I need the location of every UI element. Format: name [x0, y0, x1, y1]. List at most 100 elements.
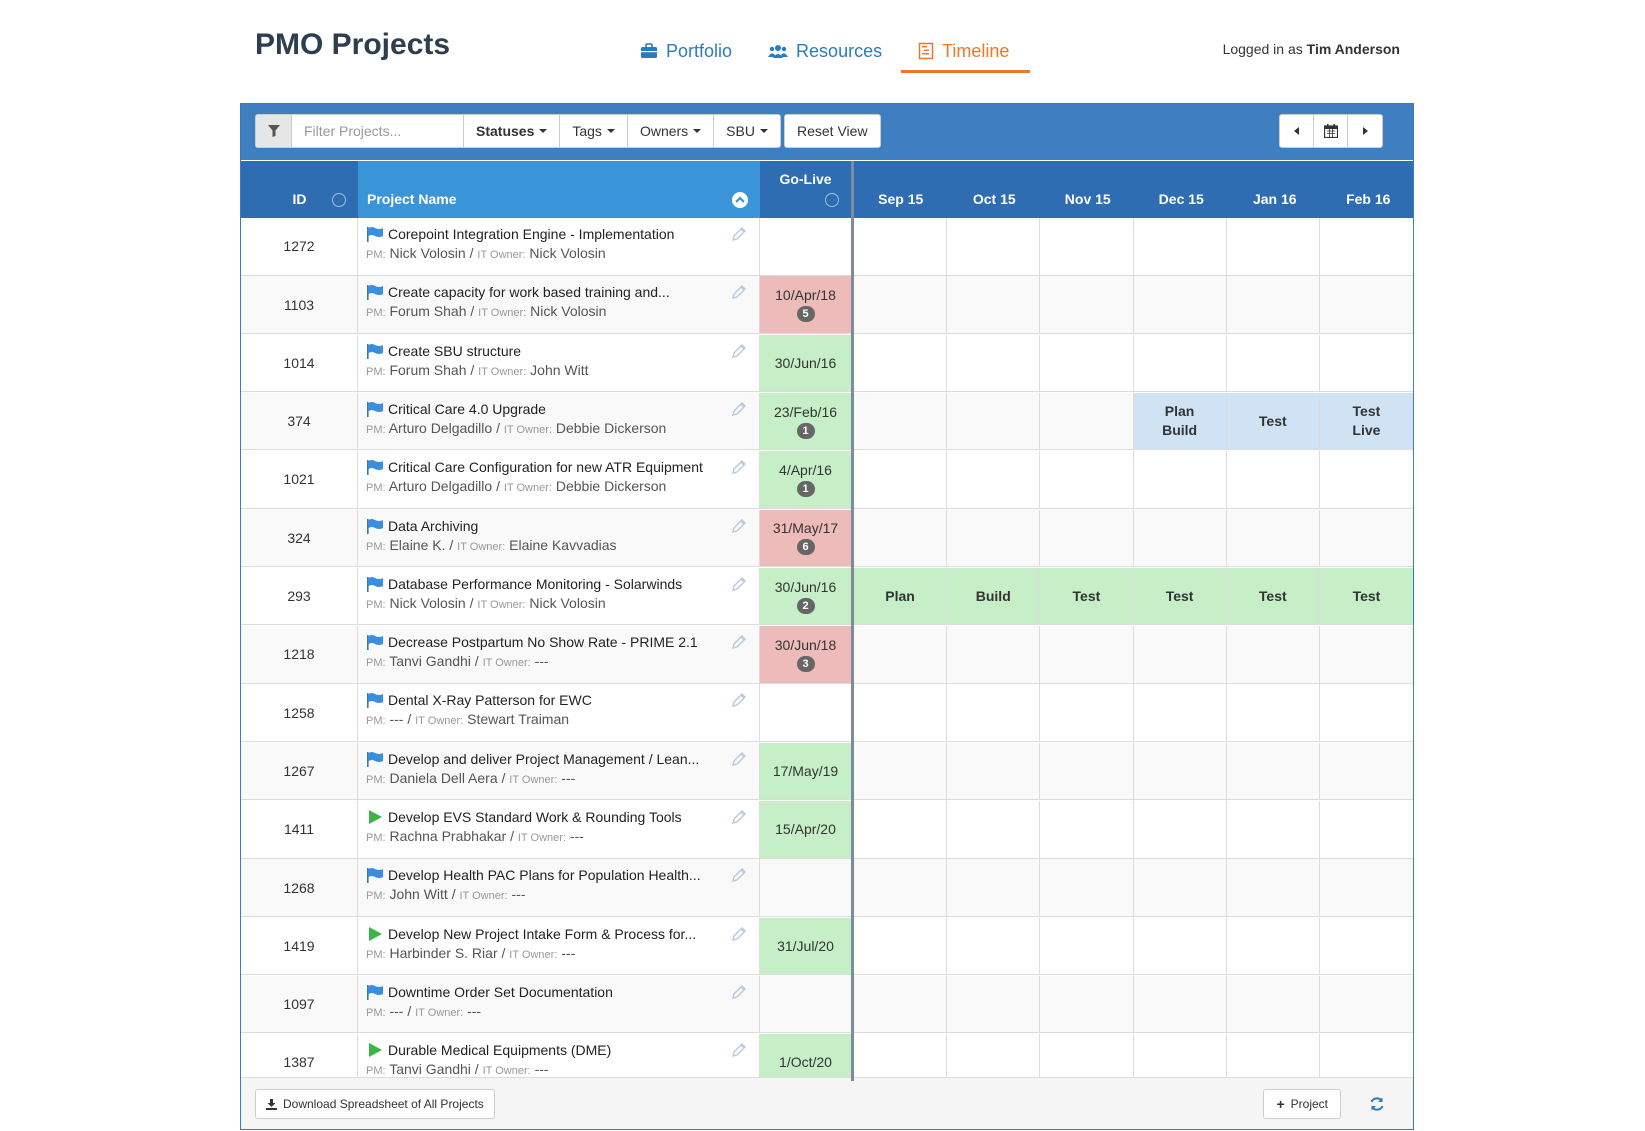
golive-cell[interactable]: 23/Feb/16 1 — [760, 392, 851, 450]
timeline-cell[interactable] — [1134, 975, 1227, 1033]
project-name-link[interactable]: Critical Care Configuration for new ATR … — [388, 459, 703, 475]
timeline-cell[interactable] — [854, 218, 948, 275]
edit-pencil-icon[interactable] — [731, 867, 747, 883]
prev-period-button[interactable] — [1280, 115, 1314, 147]
timeline-cell[interactable] — [1040, 218, 1134, 275]
owners-dropdown[interactable]: Owners — [628, 115, 715, 147]
golive-cell[interactable]: 17/May/19 — [760, 742, 851, 800]
table-row[interactable]: 1419 Develop New Project Intake Form & Pr… — [241, 917, 1413, 976]
timeline-cell[interactable]: Plan — [854, 567, 948, 625]
timeline-cell[interactable] — [854, 917, 948, 975]
timeline-cell[interactable] — [1227, 626, 1320, 683]
timeline-cell[interactable] — [854, 801, 948, 858]
timeline-cell[interactable] — [1227, 451, 1320, 508]
timeline-cell[interactable] — [1320, 743, 1413, 800]
project-name-link[interactable]: Develop Health PAC Plans for Population … — [388, 867, 701, 883]
timeline-cell[interactable] — [1040, 392, 1134, 450]
timeline-cell[interactable] — [854, 392, 948, 450]
table-row[interactable]: 1268 Develop Health PAC Plans for Populat… — [241, 859, 1413, 917]
edit-pencil-icon[interactable] — [731, 1042, 747, 1058]
timeline-cell[interactable] — [947, 975, 1041, 1033]
table-row[interactable]: 374 Critical Care 4.0 Upgrade PM: Arturo D… — [241, 392, 1413, 451]
golive-cell[interactable] — [760, 218, 851, 275]
edit-pencil-icon[interactable] — [731, 401, 747, 417]
timeline-cell[interactable]: Test — [1133, 567, 1227, 625]
project-name-link[interactable]: Develop New Project Intake Form & Proces… — [388, 926, 696, 942]
timeline-cell[interactable] — [854, 684, 948, 741]
calendar-button[interactable] — [1314, 115, 1348, 147]
timeline-cell[interactable] — [1320, 276, 1413, 333]
timeline-cell[interactable] — [947, 334, 1041, 392]
timeline-cell[interactable]: Plan Build — [1133, 392, 1227, 450]
project-name-link[interactable]: Data Archiving — [388, 518, 478, 534]
table-row[interactable]: 1103 Create capacity for work based train… — [241, 276, 1413, 334]
project-name-link[interactable]: Create capacity for work based training … — [388, 284, 670, 300]
timeline-cell[interactable] — [947, 276, 1041, 333]
timeline-cell[interactable] — [1134, 859, 1227, 916]
timeline-cell[interactable] — [854, 975, 948, 1033]
timeline-cell[interactable] — [1320, 451, 1413, 508]
golive-cell[interactable]: 31/Jul/20 — [760, 917, 851, 975]
timeline-cell[interactable] — [947, 684, 1041, 741]
timeline-cell[interactable] — [947, 451, 1041, 508]
golive-cell[interactable]: 30/Jun/16 — [760, 334, 851, 392]
timeline-cell[interactable] — [1227, 742, 1320, 800]
add-project-button[interactable]: + Project — [1263, 1089, 1341, 1119]
edit-pencil-icon[interactable] — [731, 226, 747, 242]
timeline-cell[interactable] — [1227, 801, 1320, 858]
filter-button[interactable] — [256, 115, 292, 147]
golive-cell[interactable]: 10/Apr/18 5 — [760, 276, 851, 333]
timeline-cell[interactable]: Test Live — [1319, 392, 1413, 450]
timeline-cell[interactable] — [1134, 684, 1227, 741]
timeline-cell[interactable] — [1320, 976, 1413, 1033]
golive-cell[interactable] — [760, 684, 851, 741]
timeline-cell[interactable] — [1320, 510, 1413, 567]
project-name-link[interactable]: Dental X-Ray Patterson for EWC — [388, 692, 592, 708]
timeline-cell[interactable] — [1320, 335, 1413, 392]
timeline-cell[interactable] — [1227, 975, 1320, 1033]
nav-resources[interactable]: Resources — [768, 36, 882, 66]
nav-portfolio[interactable]: Portfolio — [640, 36, 732, 66]
table-row[interactable]: 1097 Downtime Order Set Documentation PM: … — [241, 975, 1413, 1034]
timeline-cell[interactable] — [1320, 218, 1413, 275]
timeline-cell[interactable] — [1134, 334, 1227, 392]
id-column-header[interactable]: ID — [241, 161, 358, 218]
timeline-cell[interactable] — [1040, 801, 1134, 858]
table-row[interactable]: 293 Database Performance Monitoring - Sol… — [241, 567, 1413, 626]
edit-pencil-icon[interactable] — [731, 926, 747, 942]
golive-cell[interactable]: 4/Apr/16 1 — [760, 451, 851, 508]
timeline-cell[interactable] — [1227, 684, 1320, 741]
timeline-cell[interactable] — [1040, 626, 1134, 683]
user-name[interactable]: Tim Anderson — [1307, 41, 1400, 57]
timeline-cell[interactable] — [1227, 509, 1320, 566]
edit-pencil-icon[interactable] — [731, 343, 747, 359]
project-name-link[interactable]: Create SBU structure — [388, 343, 521, 359]
timeline-cell[interactable] — [1040, 684, 1134, 741]
table-row[interactable]: 1021 Critical Care Configuration for new … — [241, 451, 1413, 509]
timeline-cell[interactable] — [1040, 451, 1134, 508]
timeline-cell[interactable] — [854, 451, 948, 508]
timeline-cell[interactable] — [1227, 218, 1320, 275]
timeline-cell[interactable] — [1134, 276, 1227, 333]
next-period-button[interactable] — [1348, 115, 1382, 147]
sort-up-icon[interactable] — [732, 192, 748, 208]
timeline-cell[interactable] — [1134, 801, 1227, 858]
timeline-cell[interactable] — [1227, 859, 1320, 916]
timeline-cell[interactable] — [1320, 626, 1413, 683]
timeline-cell[interactable] — [947, 859, 1041, 916]
timeline-cell[interactable] — [1134, 742, 1227, 800]
name-column-header[interactable]: Project Name — [358, 161, 760, 218]
table-row[interactable]: 324 Data Archiving PM: Elaine K. / IT Owne… — [241, 509, 1413, 567]
refresh-icon[interactable] — [1369, 1096, 1385, 1112]
timeline-cell[interactable] — [947, 917, 1041, 975]
edit-pencil-icon[interactable] — [731, 634, 747, 650]
timeline-cell[interactable] — [854, 626, 948, 683]
table-row[interactable]: 1267 Develop and deliver Project Manageme… — [241, 742, 1413, 801]
timeline-cell[interactable] — [1134, 218, 1227, 275]
timeline-cell[interactable] — [854, 334, 948, 392]
tags-dropdown[interactable]: Tags — [560, 115, 628, 147]
project-name-link[interactable]: Durable Medical Equipments (DME) — [388, 1042, 611, 1058]
golive-cell[interactable] — [760, 976, 851, 1033]
edit-pencil-icon[interactable] — [731, 284, 747, 300]
timeline-cell[interactable]: Test — [1040, 567, 1134, 625]
